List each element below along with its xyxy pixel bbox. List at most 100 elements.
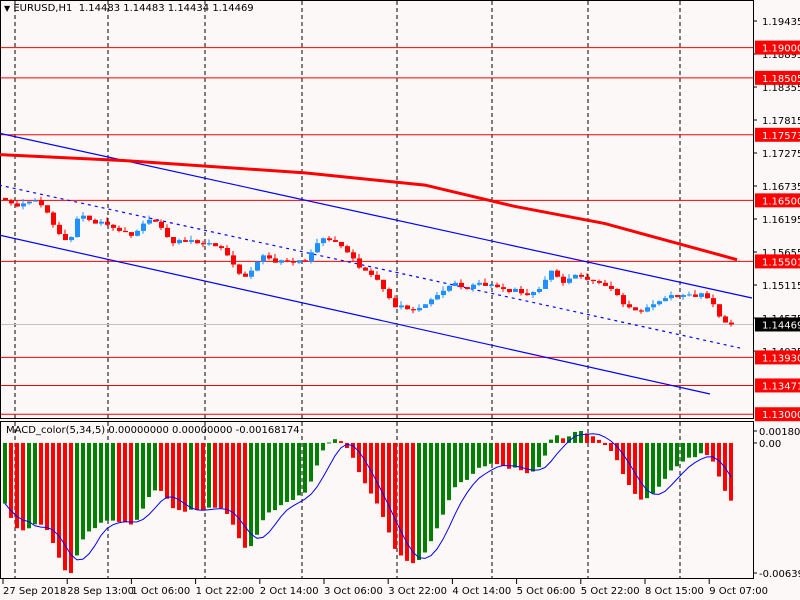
candle-bear: [405, 305, 410, 310]
macd-histogram-bar: [675, 442, 679, 467]
macd-histogram-bar: [501, 442, 505, 466]
ohlc-values: 1.14483 1.14483 1.14434 1.14469: [78, 3, 254, 14]
macd-histogram-bar: [285, 442, 289, 502]
price-tick-label: 1.15115: [762, 281, 800, 292]
price-chart[interactable]: 1.194351.188951.183551.178151.172751.167…: [0, 0, 800, 600]
macd-histogram-bar: [465, 442, 469, 480]
macd-tick-label: 0.001803: [759, 427, 800, 438]
candle-bear: [393, 298, 398, 308]
macd-histogram-bar: [171, 442, 175, 509]
candle-bull: [645, 307, 650, 312]
candle-bull: [513, 288, 518, 293]
time-label: 27 Sep 2018: [3, 586, 66, 597]
candle-bear: [609, 285, 614, 289]
macd-histogram-bar: [513, 442, 517, 468]
candle-bull: [477, 282, 482, 285]
macd-histogram-bar: [243, 442, 247, 548]
macd-histogram-bar: [609, 442, 613, 452]
macd-histogram-bar: [429, 442, 433, 542]
macd-histogram-bar: [495, 442, 499, 465]
macd-histogram-bar: [51, 442, 55, 544]
channel-line-lower: [0, 234, 711, 395]
candle-bear: [267, 255, 272, 259]
macd-histogram-bar: [165, 442, 169, 499]
macd-histogram-bar: [141, 442, 145, 509]
time-label: 28 Sep 13:00: [67, 586, 134, 597]
candle-bear: [519, 288, 524, 294]
candle-bear: [51, 212, 56, 225]
macd-histogram-bar: [531, 442, 535, 472]
candle-bear: [45, 205, 50, 213]
macd-histogram-bar: [669, 442, 673, 471]
candle-bear: [165, 227, 170, 238]
candle-bull: [471, 284, 476, 289]
macd-histogram-bar: [633, 442, 637, 494]
candle-bear: [333, 240, 338, 242]
macd-histogram-bar: [453, 442, 457, 488]
candle-bear: [387, 288, 392, 299]
candle-bear: [273, 258, 278, 263]
candle-bear: [345, 246, 350, 253]
candle-bear: [237, 264, 242, 274]
candle-bull: [189, 240, 194, 242]
candle-bull: [669, 295, 674, 299]
candle-bear: [705, 293, 710, 299]
candle-bull: [147, 219, 152, 224]
candle-bear: [351, 252, 356, 259]
macd-histogram-bar: [579, 431, 583, 443]
candle-bull: [261, 255, 266, 262]
macd-histogram-bar: [381, 442, 385, 517]
candle-bear: [483, 282, 488, 286]
price-tick-label: 1.16195: [762, 215, 800, 226]
candle-bull: [81, 215, 86, 219]
macd-histogram-bar: [543, 442, 547, 456]
macd-histogram-bar: [693, 442, 697, 458]
macd-histogram-bar: [477, 442, 481, 468]
macd-histogram-bar: [399, 442, 403, 556]
candle-bull: [699, 293, 704, 297]
candle-bear: [627, 304, 632, 308]
candle-bear: [561, 276, 566, 283]
level-price-label: 1.19000: [762, 44, 800, 55]
macd-histogram-bar: [471, 442, 475, 474]
macd-histogram-bar: [333, 439, 337, 443]
candle-bear: [123, 230, 128, 233]
macd-histogram-bar: [711, 442, 715, 462]
macd-histogram-bar: [273, 442, 277, 511]
candle-bull: [99, 221, 104, 224]
time-label: 3 Oct 06:00: [324, 586, 383, 597]
candle-bear: [57, 224, 62, 234]
candle-bull: [441, 290, 446, 296]
candle-bull: [537, 288, 542, 293]
candle-bear: [375, 274, 380, 280]
time-label: 2 Oct 14:00: [260, 586, 319, 597]
macd-histogram-bar: [561, 438, 565, 443]
level-price-label: 1.17573: [762, 131, 800, 142]
macd-histogram-bar: [183, 442, 187, 512]
candle-bull: [279, 260, 284, 263]
candle-bear: [213, 243, 218, 247]
candle-bull: [549, 270, 554, 280]
time-label: 4 Oct 14:00: [452, 586, 511, 597]
candle-bear: [105, 221, 110, 225]
price-tick-label: 1.17815: [762, 116, 800, 127]
symbol-label: EURUSD,H1: [13, 3, 73, 14]
candle-bull: [657, 301, 662, 305]
macd-histogram-bar: [291, 442, 295, 500]
candle-bear: [633, 307, 638, 311]
macd-histogram-bar: [111, 442, 115, 521]
candle-bull: [651, 304, 656, 308]
candle-bear: [93, 219, 98, 224]
channel-line-middle: [0, 184, 741, 349]
macd-histogram-bar: [537, 442, 541, 468]
candle-bull: [573, 274, 578, 279]
candle-bear: [621, 295, 626, 305]
candle-bull: [27, 201, 32, 204]
triangle-down-icon[interactable]: ▼: [4, 4, 10, 13]
macd-histogram-bar: [549, 439, 553, 443]
macd-histogram-bar: [261, 442, 265, 521]
candle-bull: [315, 243, 320, 253]
macd-histogram-bar: [387, 442, 391, 533]
candle-bear: [231, 255, 236, 265]
candle-bear: [585, 276, 590, 280]
